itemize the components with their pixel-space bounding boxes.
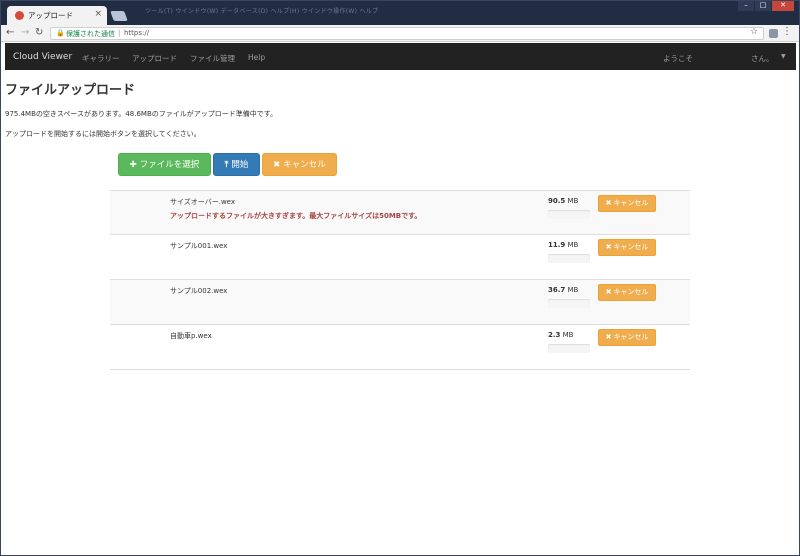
x-icon: ✖ [605, 288, 612, 296]
browser-menu-icon[interactable]: ⋮ [782, 26, 792, 37]
url-text: https:// [124, 29, 150, 37]
upload-progress [548, 254, 590, 263]
favicon-icon [15, 11, 24, 20]
upload-error: アップロードするファイルが大きすぎます。最大ファイルサイズは50MBです。 [170, 212, 422, 220]
cancel-label: キャンセル [283, 160, 326, 170]
upload-progress [548, 299, 590, 308]
caret-down-icon[interactable]: ▼ [781, 53, 786, 60]
welcome-text: ようこそ [663, 54, 693, 63]
size-unit: MB [567, 197, 579, 205]
lock-icon: 🔒 [56, 29, 65, 37]
address-separator: | [118, 29, 121, 37]
nav-gallery[interactable]: ギャラリー [82, 53, 120, 64]
size-unit: MB [562, 331, 574, 339]
row-cancel-button[interactable]: ✖ キャンセル [598, 195, 656, 212]
user-menu[interactable]: さん。 [751, 53, 774, 64]
reload-icon[interactable]: ↻ [35, 26, 43, 40]
window-controls: – □ ✕ [738, 0, 794, 11]
forward-arrow-icon[interactable]: → [21, 26, 29, 40]
cancel-all-button[interactable]: ✖ キャンセル [262, 153, 337, 176]
select-file-label: ファイルを選択 [139, 160, 200, 170]
browser-toolbar: ← → ↻ 🔒 保護された通信 | https:// ☆ ⋮ [0, 25, 800, 42]
extension-icon[interactable] [769, 29, 778, 38]
row-cancel-button[interactable]: ✖ キャンセル [598, 329, 656, 346]
size-value: 2.3 [548, 331, 561, 339]
nav-file-management[interactable]: ファイル管理 [190, 53, 235, 64]
row-cancel-label: キャンセル [613, 199, 649, 207]
background-window-menu: ツール(T) ウインドウ(W) データベース(D) ヘルプ(H) ウインドウ操作… [145, 8, 379, 15]
nav-help[interactable]: Help [248, 53, 265, 62]
x-icon: ✖ [605, 333, 612, 341]
tab-close-icon[interactable]: × [94, 9, 102, 19]
browser-titlebar: アップロード × ツール(T) ウインドウ(W) データベース(D) ヘルプ(H… [0, 0, 800, 25]
x-icon: ✖ [605, 243, 612, 251]
start-label: 開始 [231, 160, 249, 170]
page-title: ファイルアップロード [5, 83, 136, 98]
select-file-button[interactable]: ✚ ファイルを選択 [118, 153, 211, 176]
minimize-button[interactable]: – [738, 0, 754, 11]
x-icon: ✖ [273, 160, 281, 170]
size-unit: MB [567, 286, 579, 294]
row-cancel-button[interactable]: ✖ キャンセル [598, 284, 656, 301]
secure-label: 保護された通信 [66, 30, 115, 38]
upload-row: 自動車p.wex 2.3 MB ✖ キャンセル [110, 325, 690, 370]
upload-size: 36.7 MB [548, 286, 578, 294]
upload-circle-icon: ⤒ [224, 160, 229, 170]
x-icon: ✖ [605, 199, 612, 207]
space-info: 975.4MBの空きスペースがあります。48.6MBのファイルがアップロード準備… [5, 110, 278, 118]
row-cancel-label: キャンセル [613, 243, 649, 251]
nav-upload[interactable]: アップロード [132, 53, 177, 64]
upload-filename: サイズオーバー.wex [170, 198, 235, 206]
plus-icon: ✚ [129, 160, 137, 170]
app-navbar: Cloud Viewer ギャラリー アップロード ファイル管理 Help よう… [5, 43, 796, 70]
new-tab-button[interactable] [110, 11, 128, 21]
address-bar[interactable]: 🔒 保護された通信 | https:// ☆ [50, 27, 764, 40]
size-value: 36.7 [548, 286, 566, 294]
size-value: 90.5 [548, 197, 566, 205]
upload-row: サイズオーバー.wex アップロードするファイルが大きすぎます。最大ファイルサイ… [110, 190, 690, 235]
upload-filename: サンプル001.wex [170, 242, 228, 250]
upload-progress [548, 210, 590, 219]
upload-row: サンプル002.wex 36.7 MB ✖ キャンセル [110, 280, 690, 325]
maximize-button[interactable]: □ [755, 0, 771, 11]
upload-row: サンプル001.wex 11.9 MB ✖ キャンセル [110, 235, 690, 280]
upload-filename: 自動車p.wex [170, 332, 212, 340]
upload-list: サイズオーバー.wex アップロードするファイルが大きすぎます。最大ファイルサイ… [110, 190, 690, 370]
instruction-text: アップロードを開始するには開始ボタンを選択してください。 [5, 130, 201, 138]
upload-filename: サンプル002.wex [170, 287, 228, 295]
back-arrow-icon[interactable]: ← [6, 26, 14, 40]
row-cancel-label: キャンセル [613, 333, 649, 341]
close-window-button[interactable]: ✕ [772, 0, 794, 11]
size-unit: MB [567, 241, 579, 249]
row-cancel-label: キャンセル [613, 288, 649, 296]
tab-title: アップロード [28, 11, 73, 20]
row-cancel-button[interactable]: ✖ キャンセル [598, 239, 656, 256]
upload-progress [548, 344, 590, 353]
browser-tab[interactable]: アップロード × [7, 6, 107, 25]
size-value: 11.9 [548, 241, 566, 249]
brand-logo[interactable]: Cloud Viewer [13, 52, 72, 62]
start-upload-button[interactable]: ⤒ 開始 [213, 153, 260, 176]
upload-size: 11.9 MB [548, 241, 578, 249]
bookmark-star-icon[interactable]: ☆ [750, 27, 758, 37]
upload-size: 90.5 MB [548, 197, 578, 205]
upload-size: 2.3 MB [548, 331, 573, 339]
